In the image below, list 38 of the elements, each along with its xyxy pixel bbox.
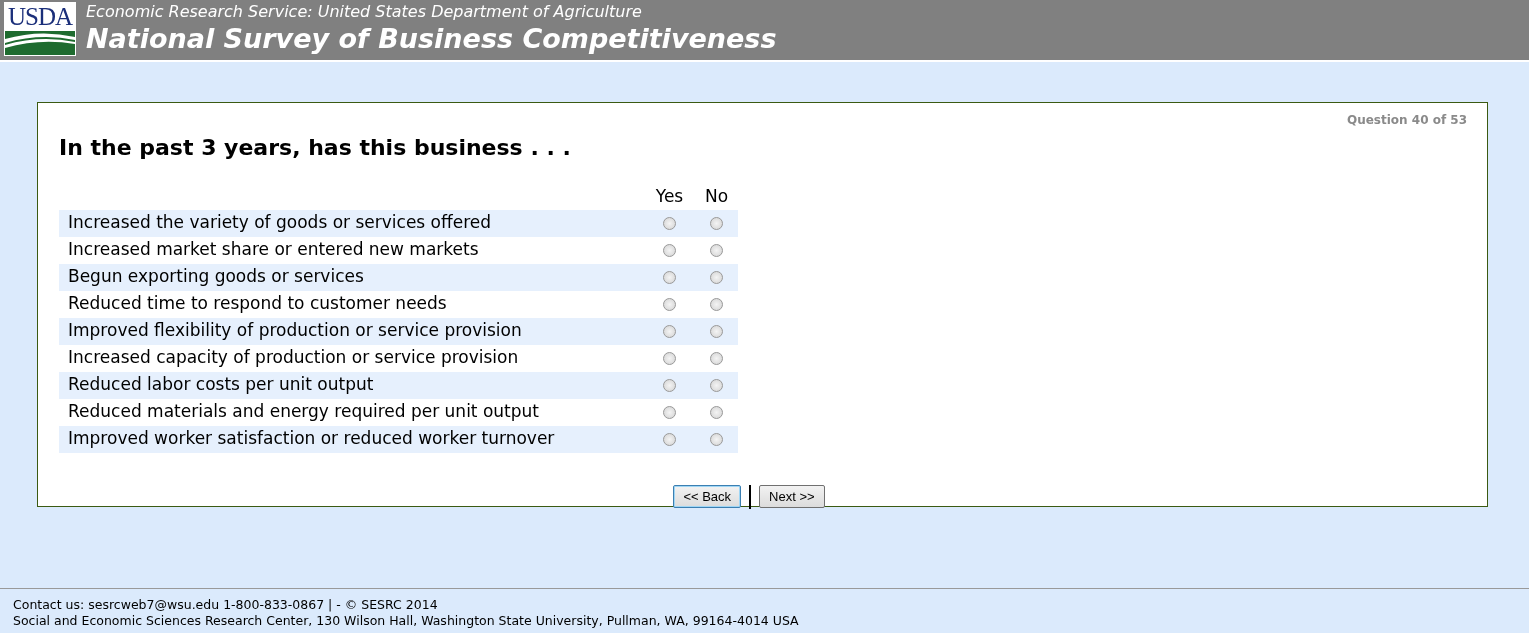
row-label: Reduced materials and energy required per unit output bbox=[59, 398, 644, 426]
question-counter: Question 40 of 53 bbox=[1345, 112, 1467, 129]
column-header: No bbox=[695, 184, 738, 210]
radio-button[interactable] bbox=[710, 433, 723, 446]
row-label: Increased capacity of production or service provision bbox=[59, 344, 644, 372]
radio-button[interactable] bbox=[710, 406, 723, 419]
contact-info: Contact us: sesrcweb7@wsu.edu 1-800-833-0867 | - © SESRC 2014 bbox=[13, 597, 439, 613]
next-button[interactable]: Next >> bbox=[759, 484, 825, 509]
row-label: Reduced labor costs per unit output bbox=[59, 371, 644, 399]
radio-button[interactable] bbox=[663, 379, 676, 392]
radio-button[interactable] bbox=[710, 352, 723, 365]
agency-name: Economic Research Service: United States Department of Agriculture bbox=[86, 2, 643, 22]
row-label: Reduced time to respond to customer needs bbox=[59, 290, 644, 318]
radio-button[interactable] bbox=[663, 406, 676, 419]
radio-button[interactable] bbox=[710, 217, 723, 230]
radio-button[interactable] bbox=[710, 244, 723, 257]
radio-button[interactable] bbox=[663, 433, 676, 446]
radio-button[interactable] bbox=[663, 298, 676, 311]
row-label: Increased market share or entered new markets bbox=[59, 236, 644, 264]
usda-logo: USDA bbox=[4, 2, 76, 56]
row-label: Improved worker satisfaction or reduced worker turnover bbox=[59, 425, 644, 453]
survey-title: National Survey of Business Competitiveness bbox=[86, 22, 777, 56]
radio-button[interactable] bbox=[663, 325, 676, 338]
radio-button[interactable] bbox=[710, 271, 723, 284]
radio-button[interactable] bbox=[710, 298, 723, 311]
back-button[interactable]: << Back bbox=[673, 484, 742, 509]
address-text: Social and Economic Sciences Research Center, 130 Wilson Hall, Washington State University, Pullman, WA, 99164-4014 USA bbox=[13, 613, 800, 629]
question-text: In the past 3 years, has this business . . . bbox=[59, 134, 572, 162]
row-label: Begun exporting goods or services bbox=[59, 263, 644, 291]
column-header: Yes bbox=[644, 184, 695, 210]
row-label: Improved flexibility of production or service provision bbox=[59, 317, 644, 345]
radio-button[interactable] bbox=[663, 217, 676, 230]
radio-button[interactable] bbox=[663, 271, 676, 284]
radio-button[interactable] bbox=[710, 325, 723, 338]
row-label: Increased the variety of goods or services offered bbox=[59, 209, 644, 237]
radio-button[interactable] bbox=[663, 352, 676, 365]
radio-button[interactable] bbox=[710, 379, 723, 392]
radio-button[interactable] bbox=[663, 244, 676, 257]
